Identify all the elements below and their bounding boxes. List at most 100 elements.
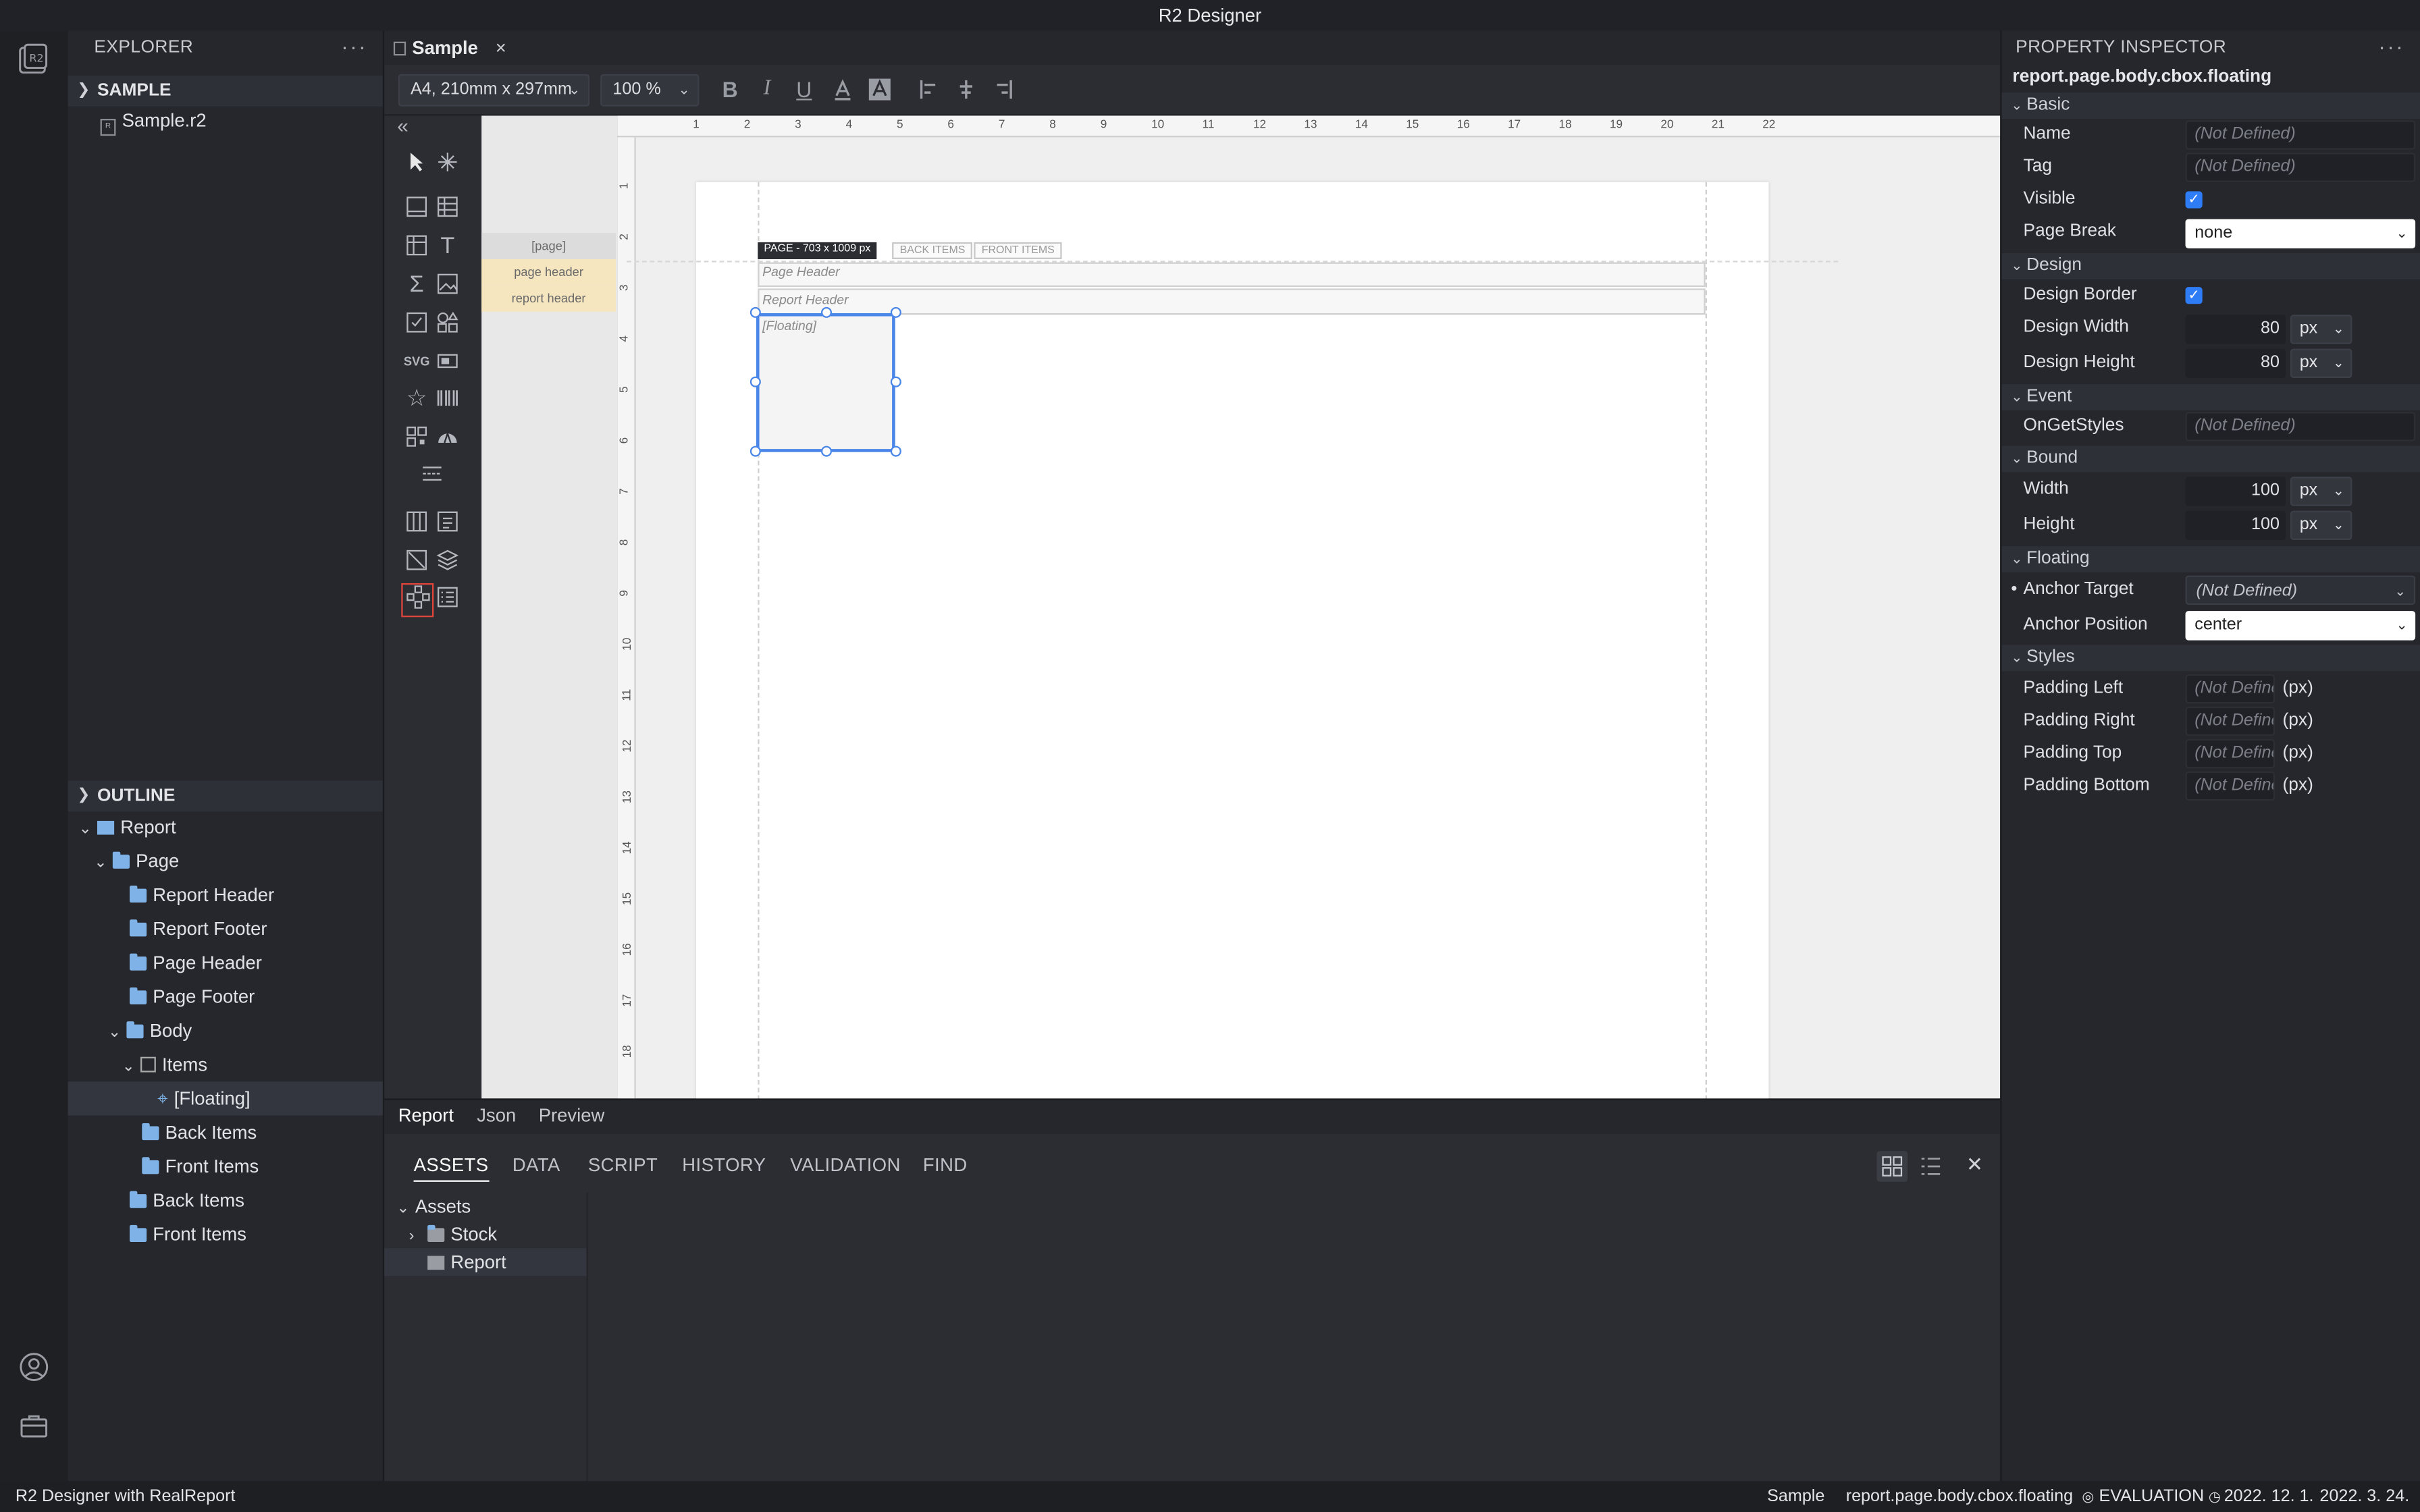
page-break-icon[interactable] (418, 461, 446, 489)
section-bound[interactable]: ⌄ Bound (2001, 446, 2420, 473)
section-floating[interactable]: ⌄ Floating (2001, 546, 2420, 572)
columns-icon[interactable] (403, 509, 431, 537)
explorer-more-button[interactable]: ··· (341, 34, 367, 59)
tab-data[interactable]: DATA (512, 1154, 560, 1176)
design-border-checkbox[interactable]: ✓ (2185, 287, 2203, 304)
floating-container[interactable]: [Floating] (756, 313, 895, 452)
design-height-input[interactable]: 80 (2185, 348, 2286, 378)
chart-icon[interactable] (433, 425, 461, 452)
back-items-button[interactable]: BACK ITEMS (892, 242, 973, 259)
align-right-icon[interactable] (991, 77, 1016, 102)
zoom-select[interactable]: 100 % ⌄ (600, 74, 700, 107)
anchor-position-select[interactable]: center ⌄ (2185, 611, 2416, 641)
image-icon[interactable] (433, 271, 461, 299)
page-break-select[interactable]: none ⌄ (2185, 219, 2416, 248)
outline-item-report-header[interactable]: Report Header (68, 878, 383, 912)
bold-button[interactable]: B (718, 77, 743, 102)
page-header-band[interactable]: Page Header (758, 262, 1706, 288)
name-input[interactable]: (Not Defined) (2185, 120, 2416, 150)
band-icon[interactable] (403, 194, 431, 222)
table-icon[interactable] (403, 233, 431, 261)
asset-folder-stock[interactable]: › Stock (409, 1220, 587, 1248)
visible-checkbox[interactable]: ✓ (2185, 191, 2203, 209)
outline-item-front-items[interactable]: Front Items (68, 1150, 383, 1183)
width-input[interactable]: 100 (2185, 477, 2286, 506)
underline-button[interactable]: U (792, 77, 817, 102)
summary-icon[interactable]: Σ (403, 271, 431, 299)
inspector-more-button[interactable]: ··· (2378, 34, 2404, 59)
outline-section[interactable]: ❯ OUTLINE (68, 780, 383, 812)
on-get-styles-input[interactable]: (Not Defined) (2185, 412, 2416, 441)
italic-button[interactable]: I (755, 77, 780, 102)
band-label-page-header[interactable]: page header (481, 259, 616, 286)
text-icon[interactable]: T (433, 233, 461, 261)
select-pointer-icon[interactable] (403, 150, 431, 178)
band-label-report-header[interactable]: report header (481, 285, 616, 312)
section-basic[interactable]: ⌄ Basic (2001, 92, 2420, 119)
explorer-section-sample[interactable]: ❯ SAMPLE (68, 75, 383, 107)
band-label-page[interactable]: [page] (481, 233, 616, 259)
tag-input[interactable]: (Not Defined) (2185, 153, 2416, 182)
status-license[interactable]: EVALUATION (2099, 1481, 2205, 1512)
outline-item-report-footer[interactable]: Report Footer (68, 912, 383, 946)
anchor-target-select[interactable]: (Not Defined) ⌄ (2185, 575, 2416, 605)
tab-preview[interactable]: Preview (539, 1105, 605, 1127)
account-icon[interactable] (17, 1350, 51, 1384)
rows-icon[interactable] (433, 509, 461, 537)
resize-handle[interactable] (890, 376, 901, 387)
close-panel-button[interactable]: ✕ (1966, 1152, 1983, 1177)
padding-top-input[interactable]: (Not Define (2185, 738, 2276, 769)
svg-icon[interactable]: SVG (400, 349, 433, 377)
height-unit-select[interactable]: px ⌄ (2290, 510, 2352, 540)
outline-item-page-footer[interactable]: Page Footer (68, 979, 383, 1013)
list-icon[interactable] (433, 585, 461, 612)
outline-item-report[interactable]: ⌄ Report (68, 810, 383, 844)
list-view-icon[interactable] (1916, 1151, 1947, 1182)
resize-handle[interactable] (820, 306, 832, 318)
floating-container-icon[interactable] (401, 583, 434, 618)
barcode-icon[interactable] (433, 385, 461, 413)
table-band-icon[interactable] (433, 194, 461, 222)
resize-handle[interactable] (749, 446, 761, 457)
tab-json[interactable]: Json (477, 1105, 516, 1127)
tab-script[interactable]: SCRIPT (588, 1154, 658, 1176)
font-color-icon[interactable] (831, 77, 856, 102)
outline-item-floating[interactable]: ⌖ [Floating] (68, 1081, 383, 1116)
design-width-input[interactable]: 80 (2185, 315, 2286, 344)
package-icon[interactable] (17, 1410, 51, 1444)
section-design[interactable]: ⌄ Design (2001, 252, 2420, 279)
padding-right-input[interactable]: (Not Define (2185, 706, 2276, 736)
line-icon[interactable] (403, 547, 431, 575)
section-styles[interactable]: ⌄ Styles (2001, 645, 2420, 672)
tab-report[interactable]: Report (398, 1105, 454, 1127)
resize-handle[interactable] (890, 446, 901, 457)
close-icon[interactable]: × (496, 37, 506, 59)
outline-item-back-items[interactable]: Back Items (68, 1183, 383, 1217)
magic-select-icon[interactable] (433, 150, 461, 178)
file-item-sample[interactable]: R Sample.r2 (68, 103, 383, 137)
tab-history[interactable]: HISTORY (682, 1154, 766, 1176)
resize-handle[interactable] (749, 376, 761, 387)
tab-sample[interactable]: Sample × (393, 31, 506, 65)
resize-handle[interactable] (890, 306, 901, 318)
r2-logo-icon[interactable]: R2 (17, 43, 51, 77)
resize-handle[interactable] (820, 446, 832, 457)
qrcode-icon[interactable] (403, 425, 431, 452)
design-height-unit-select[interactable]: px ⌄ (2290, 348, 2352, 378)
align-center-icon[interactable] (954, 77, 979, 102)
outline-item-page[interactable]: ⌄ Page (68, 844, 383, 878)
outline-item-items[interactable]: ⌄ Items (68, 1048, 383, 1081)
asset-tree-root[interactable]: ⌄ Assets (396, 1193, 585, 1220)
grid-view-icon[interactable] (1876, 1151, 1908, 1182)
background-color-icon[interactable] (868, 77, 893, 102)
align-left-icon[interactable] (917, 77, 942, 102)
width-unit-select[interactable]: px ⌄ (2290, 477, 2352, 506)
field-icon[interactable] (433, 349, 461, 377)
front-items-button[interactable]: FRONT ITEMS (974, 242, 1063, 259)
padding-bottom-input[interactable]: (Not Define (2185, 771, 2276, 801)
padding-left-input[interactable]: (Not Define (2185, 674, 2276, 704)
design-width-unit-select[interactable]: px ⌄ (2290, 315, 2352, 344)
outline-item-front-items[interactable]: Front Items (68, 1217, 383, 1251)
tab-assets[interactable]: ASSETS (413, 1154, 489, 1182)
collapse-panel-icon[interactable]: « (389, 113, 417, 140)
